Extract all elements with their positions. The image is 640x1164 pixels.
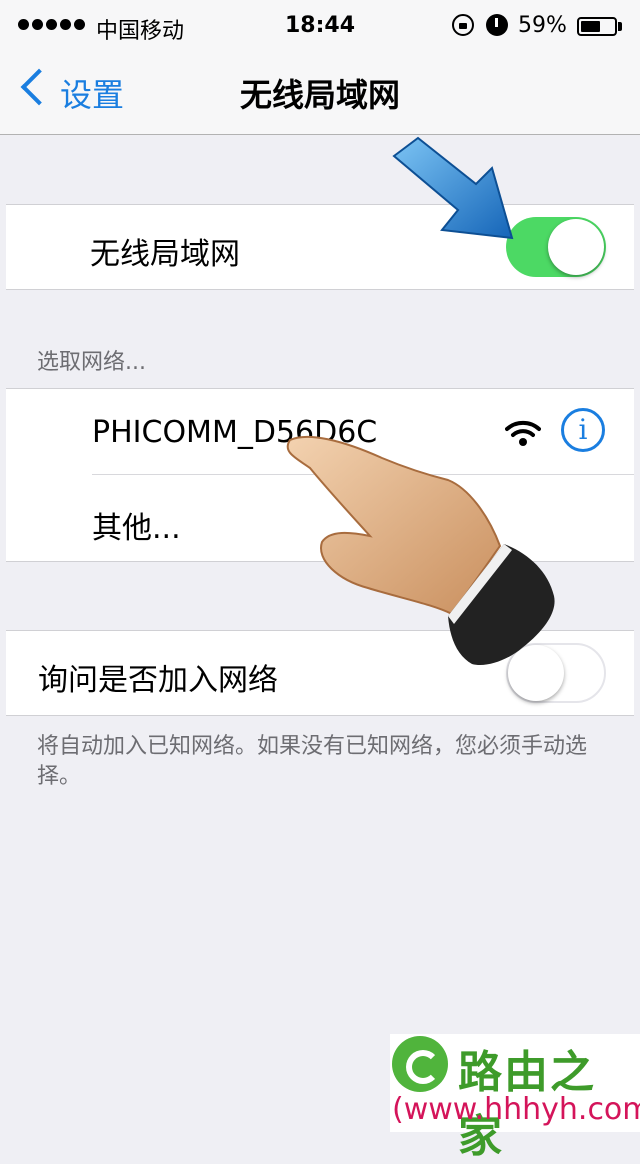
wifi-label: 无线局域网: [90, 237, 240, 272]
battery-tip: [618, 22, 622, 31]
pointer-arrow-icon: [392, 136, 514, 240]
battery-fill: [581, 21, 600, 32]
alarm-icon: [486, 14, 508, 36]
watermark-logo-icon: [392, 1036, 448, 1092]
ask-to-join-label: 询问是否加入网络: [38, 663, 278, 698]
battery-percent: 59%: [518, 13, 567, 38]
ask-to-join-footer: 将自动加入已知网络。如果没有已知网络，您必须手动选择。: [37, 734, 588, 789]
watermark-url: (www.hhhyh.com): [392, 1092, 640, 1127]
wifi-toggle-cell: 无线局域网: [6, 204, 634, 290]
page-title: 无线局域网: [239, 76, 400, 114]
info-icon[interactable]: i: [561, 408, 605, 452]
toggle-knob: [548, 219, 604, 275]
rotation-lock-icon: [452, 14, 474, 36]
other-network-item[interactable]: 其他...: [92, 503, 181, 547]
pointing-hand-icon: [286, 435, 555, 666]
battery-icon: [577, 17, 617, 36]
networks-section-header: 选取网络...: [37, 350, 146, 375]
